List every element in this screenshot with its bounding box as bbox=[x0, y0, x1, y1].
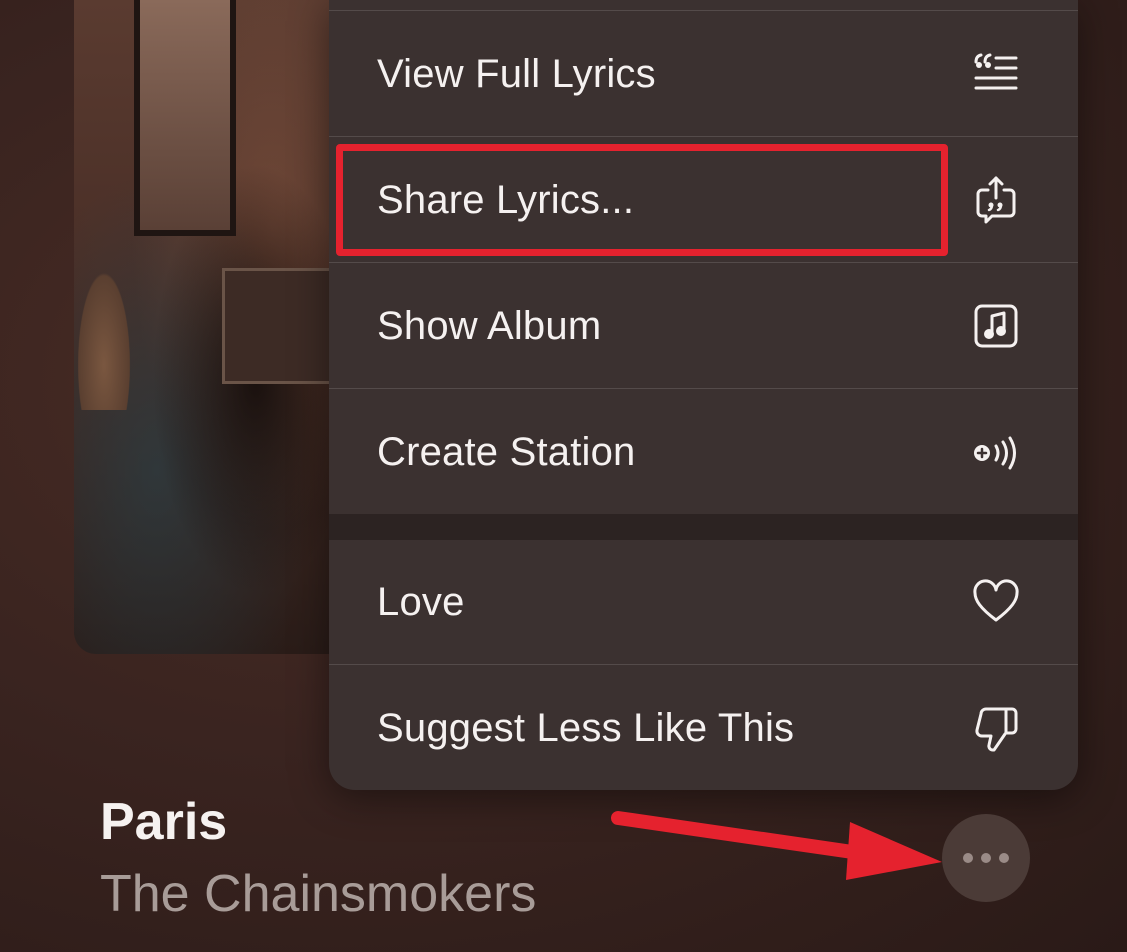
menu-item-love[interactable]: Love bbox=[329, 540, 1078, 665]
menu-top-divider bbox=[329, 10, 1078, 11]
menu-item-label: Love bbox=[377, 579, 465, 624]
lyrics-quote-icon bbox=[970, 48, 1022, 100]
menu-item-suggest-less[interactable]: Suggest Less Like This bbox=[329, 666, 1078, 790]
menu-item-label: Create Station bbox=[377, 430, 636, 474]
menu-group-separator bbox=[329, 514, 1078, 540]
artwork-guitar bbox=[74, 260, 134, 410]
menu-item-label: View Full Lyrics bbox=[377, 51, 656, 96]
menu-item-view-full-lyrics[interactable]: View Full Lyrics bbox=[329, 12, 1078, 137]
context-menu: View Full Lyrics Share Lyrics... Show Al… bbox=[329, 0, 1078, 790]
menu-item-label: Show Album bbox=[377, 303, 602, 348]
artwork-picture-frame bbox=[222, 268, 338, 384]
share-lyrics-icon bbox=[970, 174, 1022, 226]
highlight-box-share-lyrics bbox=[336, 144, 948, 256]
artwork-mirror bbox=[134, 0, 236, 236]
song-title: Paris bbox=[100, 793, 228, 851]
menu-item-show-album[interactable]: Show Album bbox=[329, 264, 1078, 389]
create-station-icon bbox=[970, 427, 1022, 479]
menu-item-label: Suggest Less Like This bbox=[377, 706, 795, 750]
music-note-square-icon bbox=[970, 300, 1022, 352]
menu-item-create-station[interactable]: Create Station bbox=[329, 390, 1078, 515]
thumbs-down-icon bbox=[970, 703, 1022, 755]
ellipsis-icon bbox=[963, 853, 1009, 863]
annotation-arrow bbox=[611, 811, 942, 880]
heart-icon bbox=[970, 576, 1022, 628]
artist-name[interactable]: The Chainsmokers bbox=[100, 864, 536, 924]
